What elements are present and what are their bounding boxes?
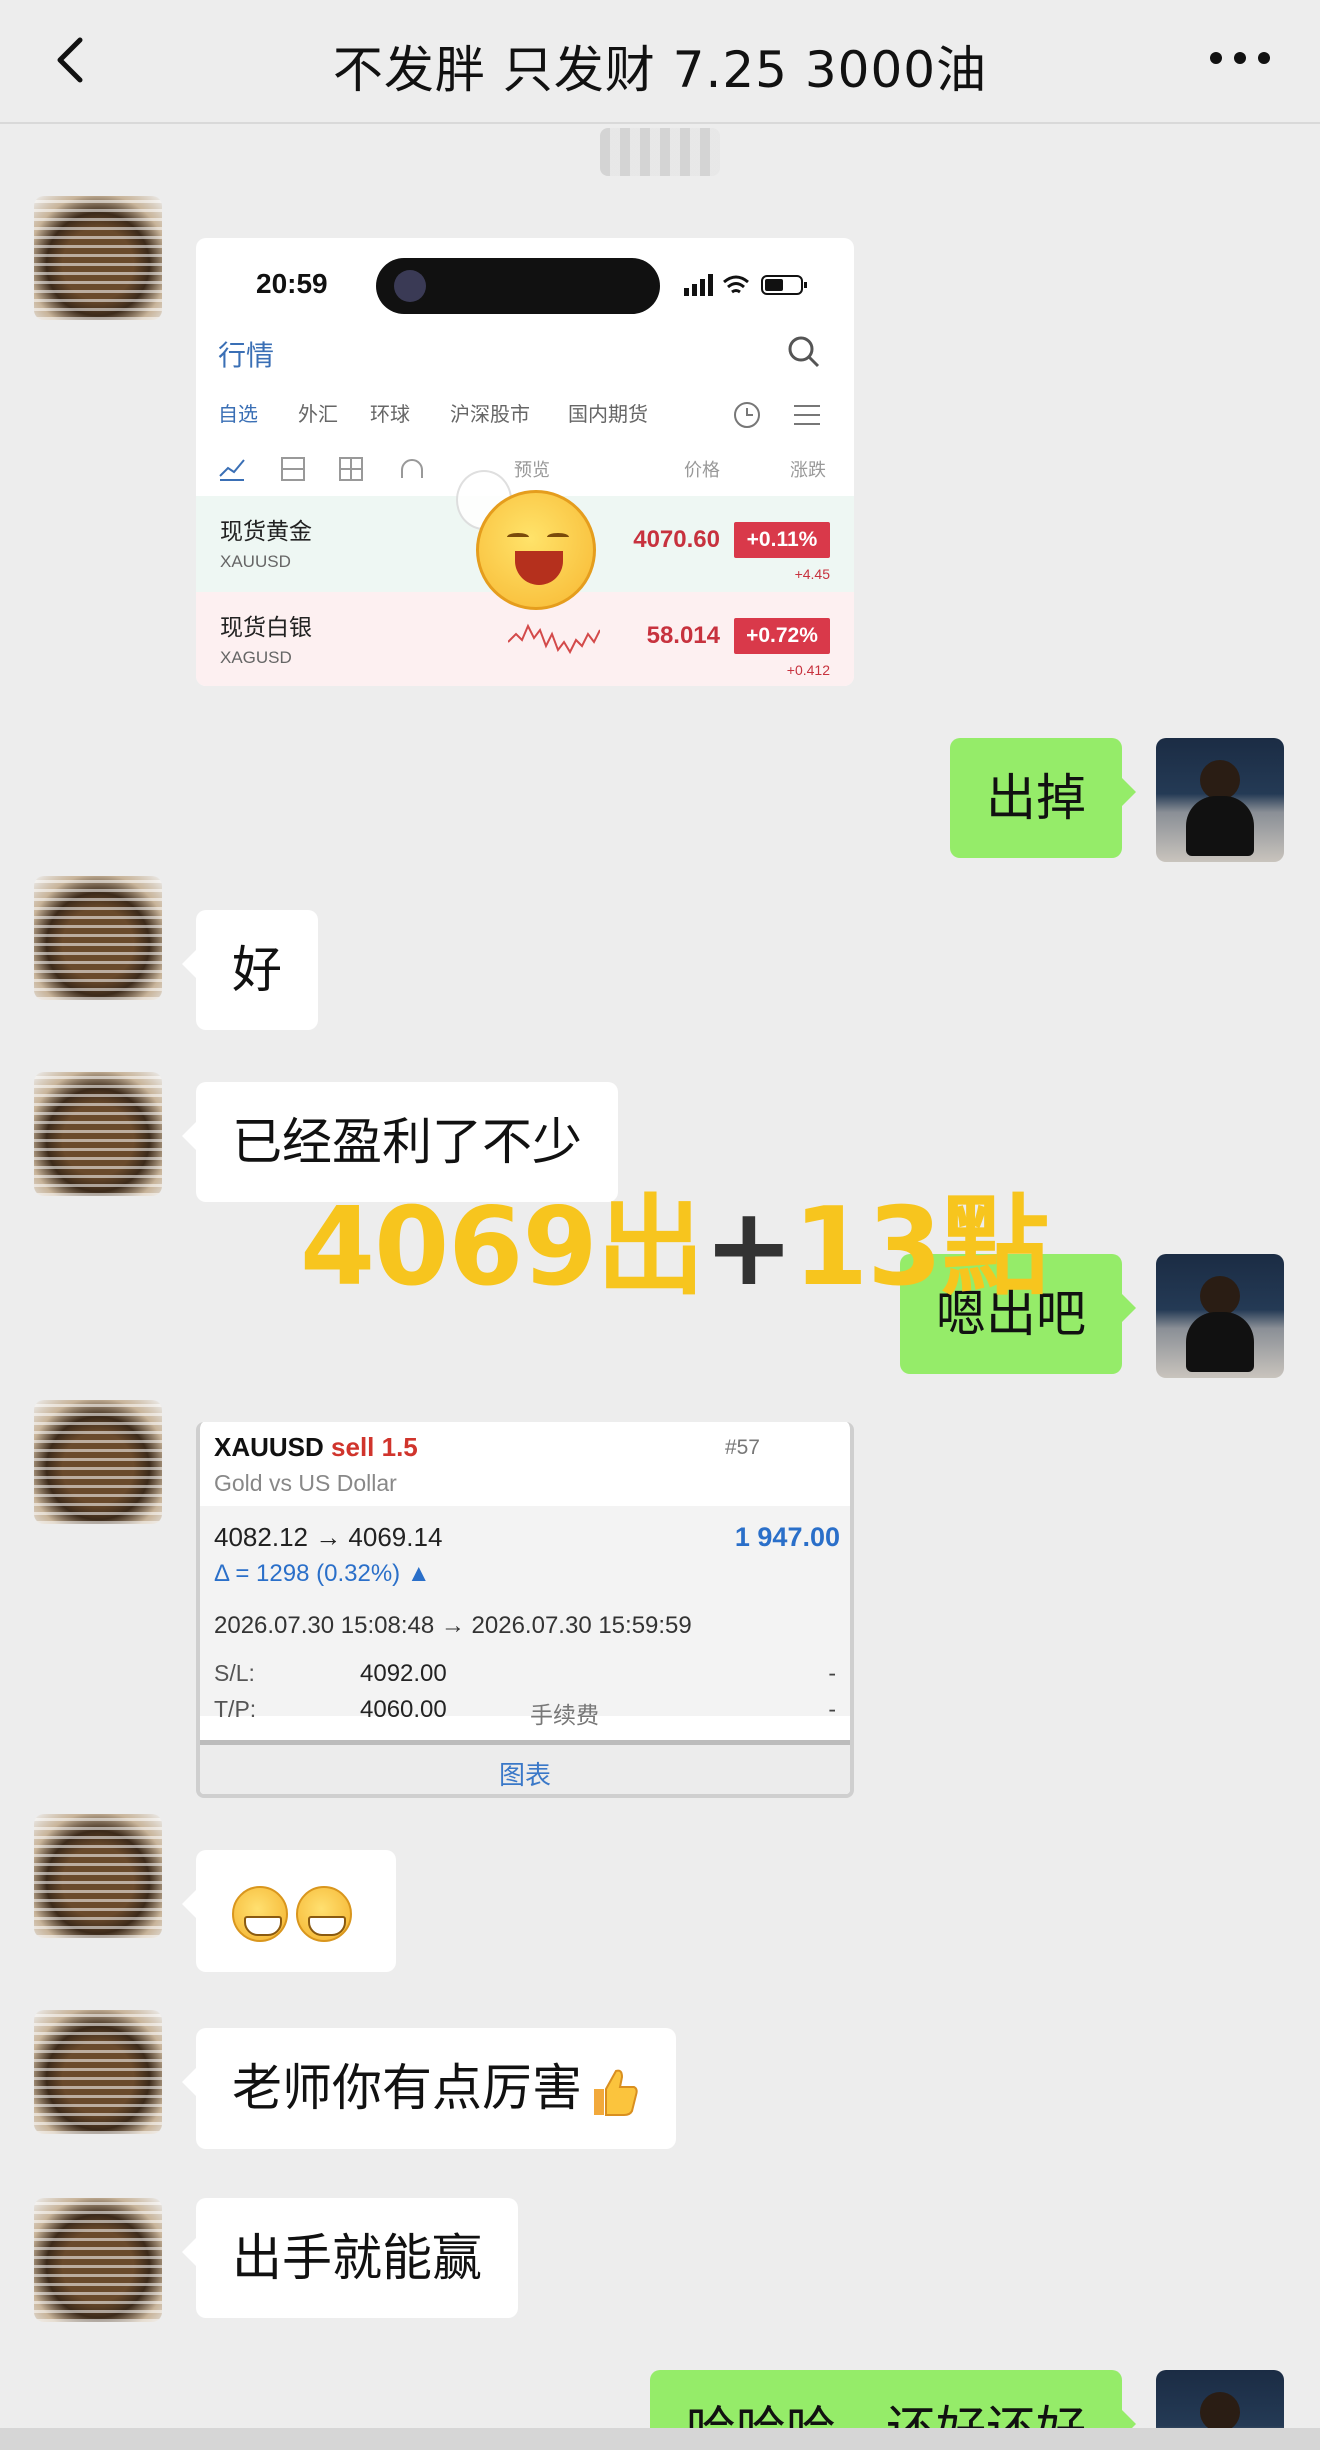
instrument-price: 4070.60 — [633, 526, 720, 553]
instrument-price: 58.014 — [646, 622, 720, 649]
status-time: 20:59 — [256, 268, 328, 299]
plus-icon: + — [703, 1185, 794, 1310]
avatar[interactable] — [34, 1814, 162, 1938]
tab-futures: 国内期货 — [568, 404, 648, 426]
grinning-face-emoji-icon — [232, 1885, 288, 1942]
avatar[interactable] — [34, 2010, 162, 2134]
message-incoming[interactable]: 好 — [182, 910, 318, 1030]
grinning-face-emoji-icon — [296, 1885, 352, 1942]
blurred-timestamp — [600, 128, 720, 176]
more-button[interactable] — [1200, 30, 1280, 86]
status-icons — [684, 274, 807, 296]
trade-profit: 1 947.00 — [734, 1522, 840, 1552]
tp-dash: - — [828, 1696, 836, 1722]
col-preview: 预览 — [514, 460, 550, 480]
sl-label: S/L: — [214, 1660, 255, 1686]
chart-link[interactable]: 图表 — [200, 1755, 850, 1792]
overlay-annotation: 4069出+13點 — [300, 1160, 1049, 1316]
relieved-face-emoji-icon — [476, 490, 596, 610]
message-incoming-emoji[interactable] — [182, 1850, 396, 1972]
avatar[interactable] — [34, 1072, 162, 1196]
tp-value: 4060.00 — [360, 1696, 447, 1723]
input-bar-edge — [0, 2428, 1320, 2450]
chat-header: 不发胖 只发财 7.25 3000油 — [0, 0, 1320, 124]
avatar[interactable] — [34, 1400, 162, 1524]
trade-delta: Δ = 1298 (0.32%) ▲ — [214, 1560, 431, 1587]
overlay-points: 13點 — [793, 1185, 1049, 1310]
view-toggle-row: 预览 价格 涨跌 — [218, 450, 834, 490]
instrument-name: 现货黄金 — [220, 518, 312, 544]
headphones-icon — [401, 459, 423, 478]
message-incoming[interactable]: 老师你有点厉害 — [182, 2028, 676, 2149]
thumbs-up-emoji-icon — [594, 2069, 638, 2116]
col-price: 价格 — [684, 460, 720, 480]
sl-value: 4092.00 — [360, 1660, 447, 1687]
trade-description: Gold vs US Dollar — [214, 1470, 397, 1496]
avatar[interactable] — [34, 2198, 162, 2322]
tab-forex: 外汇 — [298, 404, 338, 426]
image-message-quote-screenshot[interactable]: 20:59 行情 自选 外汇 环球 沪深股市 国内期货 预览 价格 涨跌 现货黄… — [196, 238, 854, 686]
tp-label: T/P: — [214, 1696, 257, 1722]
time-range: 2026.07.30 15:08:48 → 2026.07.30 15:59:5… — [214, 1612, 692, 1639]
grid-view-icon — [339, 457, 363, 481]
tab-favorites: 自选 — [218, 404, 258, 426]
image-message-trade-screenshot[interactable]: XAUUSD sell 1.5 Gold vs US Dollar #57 40… — [196, 1422, 854, 1798]
chat-title: 不发胖 只发财 7.25 3000油 — [332, 41, 988, 99]
avatar[interactable] — [34, 876, 162, 1000]
change-badge: +0.72% — [734, 618, 830, 654]
camera-dot-icon — [394, 270, 426, 302]
message-outgoing[interactable]: 出掉 — [950, 738, 1136, 858]
section-title: 行情 — [218, 340, 275, 371]
fee-label: 手续费 — [530, 1702, 599, 1728]
trade-side: sell 1.5 — [331, 1432, 418, 1462]
instrument-code: XAUUSD — [220, 552, 291, 571]
change-delta: +4.45 — [794, 566, 830, 582]
dynamic-island — [376, 258, 660, 314]
tab-a-shares: 沪深股市 — [450, 404, 530, 426]
chevron-up-icon: ▲ — [406, 1560, 431, 1587]
menu-icon — [794, 405, 820, 425]
list-view-icon — [281, 457, 305, 481]
col-change: 涨跌 — [790, 460, 826, 480]
price-range: 4082.12 → 4069.14 — [214, 1522, 443, 1552]
line-chart-icon — [219, 459, 245, 481]
trade-ticket: #57 — [724, 1436, 760, 1459]
change-badge: +0.11% — [734, 522, 830, 558]
market-tabs: 自选 外汇 环球 沪深股市 国内期货 — [218, 398, 834, 438]
tab-global: 环球 — [370, 404, 410, 426]
search-icon — [788, 336, 820, 368]
avatar[interactable] — [34, 196, 162, 320]
my-avatar[interactable] — [1156, 738, 1284, 862]
more-dots-icon — [1210, 52, 1270, 64]
message-text: 老师你有点厉害 — [232, 2059, 582, 2117]
clock-icon — [734, 402, 760, 428]
trade-symbol: XAUUSD sell 1.5 — [214, 1432, 418, 1462]
change-delta: +0.412 — [786, 662, 830, 678]
sparkline-icon — [508, 623, 600, 655]
trade-footer: 图表 — [200, 1740, 850, 1794]
instrument-name: 现货白银 — [220, 614, 312, 640]
message-incoming[interactable]: 出手就能赢 — [182, 2198, 518, 2318]
overlay-price: 4069出 — [300, 1185, 705, 1310]
sl-dash: - — [828, 1660, 836, 1686]
instrument-code: XAGUSD — [220, 648, 292, 667]
my-avatar[interactable] — [1156, 1254, 1284, 1378]
